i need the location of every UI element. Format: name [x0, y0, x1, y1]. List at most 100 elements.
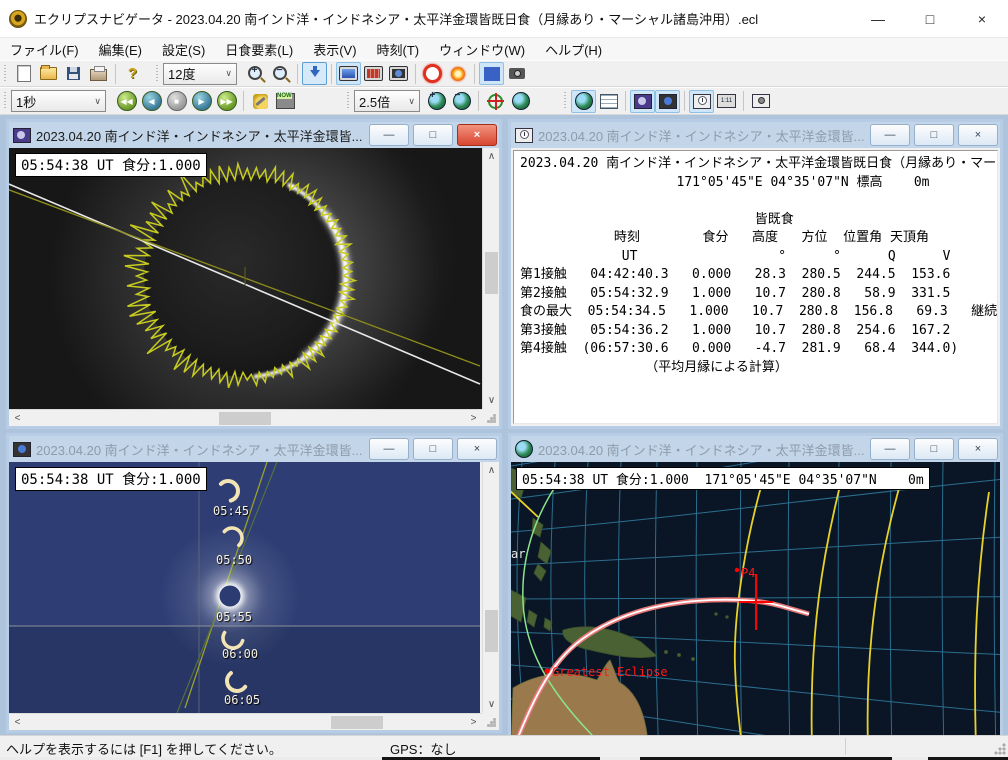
scroll-down-arrow[interactable]: ∨ — [483, 392, 500, 409]
child-maximize-button[interactable]: □ — [914, 124, 954, 146]
menu-eclipse-elements[interactable]: 日食要素(L) — [215, 38, 303, 61]
zoom-in-button[interactable]: + — [243, 62, 268, 85]
horizontal-scrollbar[interactable]: < > — [9, 713, 482, 730]
resize-grip[interactable] — [482, 713, 499, 730]
help-button[interactable]: ? — [120, 62, 145, 85]
step-forward-button[interactable]: ▶▶ — [214, 90, 239, 113]
child-maximize-button[interactable]: □ — [413, 124, 453, 146]
new-document-button[interactable] — [11, 62, 36, 85]
data-window-titlebar[interactable]: 2023.04.20 南インド洋・インドネシア・太平洋金環皆... — □ × — [511, 122, 1000, 148]
toolbar-grip[interactable] — [563, 92, 568, 110]
zoom-out-button[interactable]: − — [268, 62, 293, 85]
child-maximize-button[interactable]: □ — [413, 438, 453, 460]
view-mode-grid-button[interactable] — [361, 62, 386, 85]
map-graphic — [511, 462, 1000, 735]
grid-overlay-toggle-button[interactable] — [479, 62, 504, 85]
scroll-up-arrow[interactable]: ∧ — [483, 462, 500, 479]
resize-grip[interactable] — [482, 409, 499, 426]
menu-file[interactable]: ファイル(F) — [0, 38, 89, 61]
map-window-titlebar[interactable]: 2023.04.20 南インド洋・インドネシア・太平洋金環皆... — □ × — [511, 436, 1000, 462]
scroll-thumb[interactable] — [485, 610, 498, 652]
status-help-text: ヘルプを表示するには [F1] を押してください。 — [6, 739, 282, 758]
scroll-right-arrow[interactable]: > — [465, 714, 482, 731]
menu-help[interactable]: ヘルプ(H) — [535, 38, 612, 61]
child-close-button[interactable]: × — [958, 438, 998, 460]
scroll-thumb[interactable] — [219, 412, 271, 425]
menu-view[interactable]: 表示(V) — [303, 38, 366, 61]
time-panel-toggle[interactable]: 1:11 — [714, 90, 739, 113]
toolbar-grip[interactable] — [155, 65, 160, 83]
child-window-title: 2023.04.20 南インド洋・インドネシア・太平洋金環皆... — [538, 126, 866, 145]
maximize-button[interactable]: □ — [904, 0, 956, 38]
set-time-now-button[interactable] — [273, 90, 298, 113]
child-minimize-button[interactable]: — — [870, 124, 910, 146]
menu-edit[interactable]: 編集(E) — [89, 38, 152, 61]
scroll-down-arrow[interactable]: ∨ — [483, 696, 500, 713]
child-minimize-button[interactable]: — — [369, 438, 409, 460]
play-button[interactable]: ▶ — [189, 90, 214, 113]
menu-time[interactable]: 時刻(T) — [367, 38, 430, 61]
minimize-button[interactable]: — — [852, 0, 904, 38]
map-zoom-in-button[interactable]: + — [424, 90, 449, 113]
save-file-button[interactable] — [61, 62, 86, 85]
annular-eclipse-mode-button[interactable] — [420, 62, 445, 85]
horizontal-scrollbar[interactable]: < > — [9, 409, 482, 426]
status-bar: ヘルプを表示するには [F1] を押してください。 GPS：なし — [0, 735, 1008, 757]
eclipse-map-canvas[interactable]: 05:54:38 UT 食分:1.000 171°05'45"E 04°35'0… — [511, 462, 1000, 735]
eclipse-window-toggle[interactable] — [655, 90, 680, 113]
open-folder-icon — [40, 67, 57, 80]
toolbar-grip[interactable] — [346, 92, 351, 110]
close-button[interactable]: × — [956, 0, 1008, 38]
corona-mode-button[interactable] — [445, 62, 470, 85]
time-step-select[interactable]: 1秒∨ — [11, 90, 106, 112]
child-minimize-button[interactable]: — — [870, 438, 910, 460]
camera-window-toggle[interactable] — [748, 90, 773, 113]
toolbar-grip[interactable] — [3, 65, 8, 83]
menu-settings[interactable]: 設定(S) — [152, 38, 215, 61]
child-close-button[interactable]: × — [457, 438, 497, 460]
child-maximize-button[interactable]: □ — [914, 438, 954, 460]
center-target-button[interactable] — [483, 90, 508, 113]
toolbar-grip[interactable] — [3, 92, 8, 110]
map-settings-button[interactable] — [508, 90, 533, 113]
eclipse-simulation-canvas[interactable]: 05:54:38 UT 食分:1.000 — [9, 148, 482, 409]
map-window-toggle[interactable] — [571, 90, 596, 113]
scroll-left-arrow[interactable]: < — [9, 714, 26, 731]
scroll-up-arrow[interactable]: ∧ — [483, 148, 500, 165]
time-settings-button[interactable] — [248, 90, 273, 113]
data-window-toggle[interactable] — [596, 90, 621, 113]
sky-window-toggle[interactable] — [630, 90, 655, 113]
scroll-thumb[interactable] — [331, 716, 383, 729]
contact-times-panel[interactable]: 2023.04.20 南インド洋・インドネシア・太平洋金環皆既日食（月縁あり・マ… — [513, 150, 998, 424]
vertical-scrollbar[interactable]: ∧ ∨ — [482, 462, 499, 713]
sky-window-titlebar[interactable]: 2023.04.20 南インド洋・インドネシア・太平洋金環皆... — □ × — [9, 436, 499, 462]
step-back-button[interactable]: ◀ — [139, 90, 164, 113]
map-zoom-select[interactable]: 2.5倍∨ — [354, 90, 420, 112]
open-file-button[interactable] — [36, 62, 61, 85]
child-minimize-button[interactable]: — — [369, 124, 409, 146]
clock-window-toggle[interactable] — [689, 90, 714, 113]
sky-path-canvas[interactable]: 05:54:38 UT 食分:1.000 — [9, 462, 480, 713]
view-mode-normal-button[interactable] — [336, 62, 361, 85]
child-close-button[interactable]: × — [958, 124, 998, 146]
scroll-right-arrow[interactable]: > — [465, 410, 482, 427]
main-titlebar[interactable]: エクリプスナビゲータ - 2023.04.20 南インド洋・インドネシア・太平洋… — [0, 0, 1008, 38]
window-resize-grip[interactable] — [994, 743, 1006, 755]
load-eclipse-elements-button[interactable] — [302, 62, 327, 85]
menu-window[interactable]: ウィンドウ(W) — [429, 38, 535, 61]
map-zoom-out-button[interactable]: − — [449, 90, 474, 113]
time-label-0600: 06:00 — [222, 647, 258, 661]
print-button[interactable] — [86, 62, 111, 85]
capture-image-button[interactable] — [504, 62, 529, 85]
stop-button[interactable]: ■ — [164, 90, 189, 113]
child-window-title: 2023.04.20 南インド洋・インドネシア・太平洋金環皆... — [538, 440, 866, 459]
child-close-button[interactable]: × — [457, 124, 497, 146]
view-mode-circle-button[interactable] — [386, 62, 411, 85]
scroll-left-arrow[interactable]: < — [9, 410, 26, 427]
map-window-icon — [515, 440, 533, 458]
eclipse-window-titlebar[interactable]: 2023.04.20 南インド洋・インドネシア・太平洋金環皆... — □ × — [9, 122, 499, 148]
scroll-thumb[interactable] — [485, 252, 498, 294]
field-of-view-select[interactable]: 12度∨ — [163, 63, 237, 85]
vertical-scrollbar[interactable]: ∧ ∨ — [482, 148, 499, 409]
jump-start-button[interactable]: ◀◀ — [114, 90, 139, 113]
